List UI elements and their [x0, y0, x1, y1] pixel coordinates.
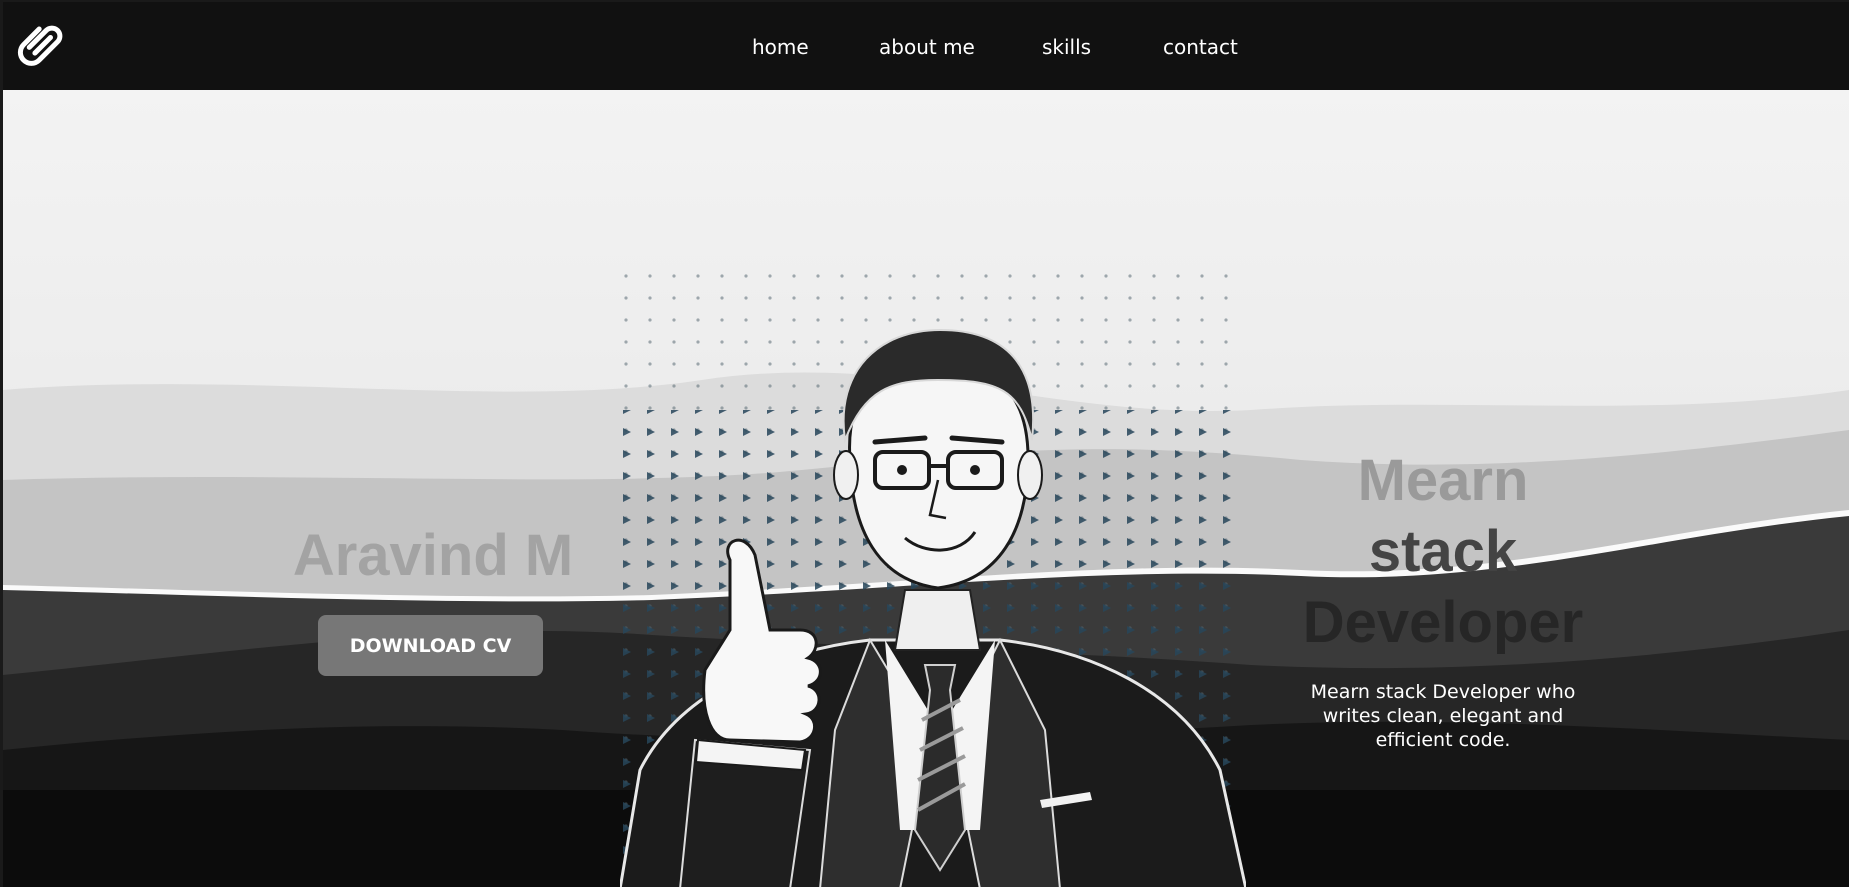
- download-cv-button[interactable]: DOWNLOAD CV: [318, 615, 543, 676]
- role-line: Mearn: [1357, 448, 1529, 513]
- paperclip-icon[interactable]: [17, 18, 67, 74]
- developer-illustration: [620, 270, 1246, 887]
- nav-about-me[interactable]: about me: [879, 35, 975, 59]
- nav-home[interactable]: home: [752, 35, 809, 59]
- role-line: stack: [1368, 519, 1518, 584]
- hero-name: Aravind M: [292, 523, 574, 588]
- role-title: Mearn stack Developer: [1273, 445, 1613, 658]
- nav-contact[interactable]: contact: [1163, 35, 1238, 59]
- hero-section: Aravind M DOWNLOAD CV Mearn stack Develo…: [3, 90, 1849, 887]
- role-line: Developer: [1302, 590, 1584, 655]
- navbar: home about me skills contact: [3, 2, 1849, 90]
- nav-skills[interactable]: skills: [1042, 35, 1091, 59]
- app-viewport: home about me skills contact Aravind M D…: [0, 0, 1849, 887]
- hero-tagline: Mearn stack Developer who writes clean, …: [1310, 681, 1576, 751]
